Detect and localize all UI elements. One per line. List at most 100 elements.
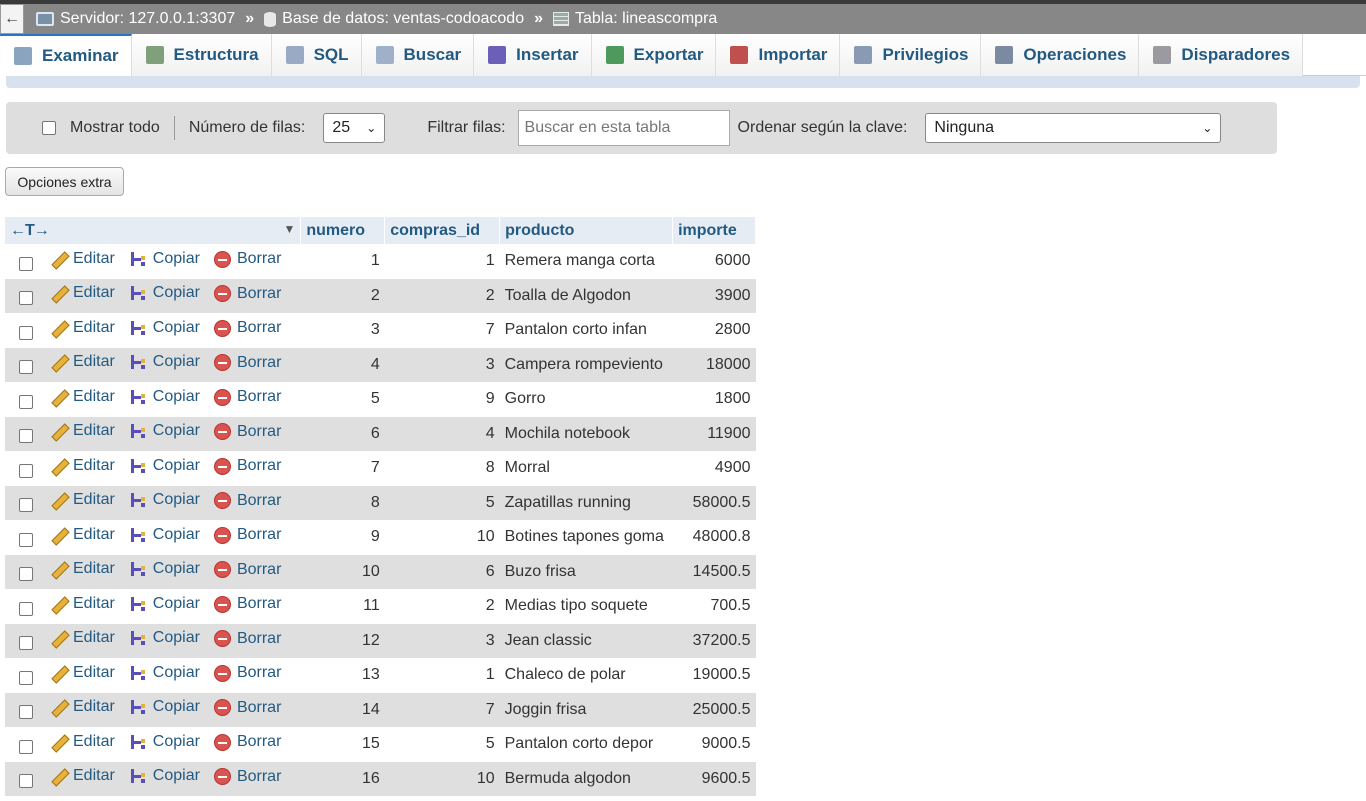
tab-insertar[interactable]: Insertar (474, 34, 592, 76)
row-checkbox[interactable] (19, 601, 33, 616)
tab-estructura[interactable]: Estructura (131, 34, 272, 76)
cell-numero[interactable]: 5 (300, 382, 385, 417)
copy-button[interactable]: Copiar (128, 456, 200, 475)
row-checkbox[interactable] (19, 498, 33, 513)
cell-producto[interactable]: Mochila notebook (499, 416, 673, 451)
tab-sql[interactable]: SQL (271, 34, 362, 76)
column-actions-header[interactable]: ←T→ ▼ (5, 217, 302, 244)
delete-button[interactable]: Borrar (213, 630, 281, 648)
cell-importe[interactable]: 48000.8 (672, 520, 756, 555)
cell-compras-id[interactable]: 5 (384, 727, 500, 762)
back-button[interactable]: ← (0, 4, 24, 34)
edit-button[interactable]: Editar (49, 733, 115, 751)
cell-compras-id[interactable]: 7 (384, 313, 500, 348)
delete-button[interactable]: Borrar (213, 768, 281, 786)
tab-examinar[interactable]: Examinar (0, 34, 132, 76)
tab-operaciones[interactable]: Operaciones (981, 34, 1140, 76)
delete-button[interactable]: Borrar (213, 664, 281, 682)
edit-button[interactable]: Editar (49, 595, 115, 613)
cell-compras-id[interactable]: 7 (384, 692, 500, 727)
cell-importe[interactable]: 19000.5 (672, 658, 756, 693)
delete-button[interactable]: Borrar (213, 285, 281, 303)
cell-compras-id[interactable]: 4 (384, 416, 500, 451)
delete-button[interactable]: Borrar (213, 457, 281, 475)
edit-button[interactable]: Editar (49, 319, 115, 337)
row-checkbox[interactable] (19, 429, 33, 444)
row-checkbox[interactable] (19, 325, 33, 340)
cell-producto[interactable]: Pantalon corto infan (499, 313, 673, 348)
edit-button[interactable]: Editar (49, 422, 115, 440)
copy-button[interactable]: Copiar (128, 629, 200, 648)
column-header-producto[interactable]: producto (499, 217, 674, 244)
column-header-numero[interactable]: numero (300, 217, 386, 244)
sort-key-select[interactable]: Ninguna ⌄ (925, 113, 1222, 143)
cell-compras-id[interactable]: 1 (384, 244, 500, 279)
copy-button[interactable]: Copiar (128, 525, 200, 544)
copy-button[interactable]: Copiar (128, 594, 200, 613)
cell-compras-id[interactable]: 10 (384, 520, 500, 555)
cell-importe[interactable]: 3900 (672, 278, 756, 313)
show-all-checkbox[interactable] (42, 121, 56, 135)
cell-producto[interactable]: Bermuda algodon (499, 761, 673, 796)
cell-importe[interactable]: 4900 (672, 451, 756, 486)
edit-button[interactable]: Editar (49, 629, 115, 647)
edit-button[interactable]: Editar (49, 526, 115, 544)
cell-compras-id[interactable]: 2 (384, 589, 500, 624)
copy-button[interactable]: Copiar (128, 698, 200, 717)
cell-numero[interactable]: 9 (300, 520, 385, 555)
cell-compras-id[interactable]: 2 (384, 278, 500, 313)
row-checkbox[interactable] (19, 670, 33, 685)
cell-importe[interactable]: 9600.5 (672, 761, 756, 796)
cell-producto[interactable]: Pantalon corto depor (499, 727, 673, 762)
edit-button[interactable]: Editar (49, 491, 115, 509)
sort-triangle-icon[interactable]: ▼ (283, 222, 295, 236)
copy-button[interactable]: Copiar (128, 284, 200, 303)
breadcrumb-table[interactable]: Tabla: lineascompra (553, 10, 717, 28)
tab-importar[interactable]: Importar (716, 34, 841, 76)
delete-button[interactable]: Borrar (213, 354, 281, 372)
edit-button[interactable]: Editar (49, 250, 115, 268)
copy-button[interactable]: Copiar (128, 767, 200, 786)
delete-button[interactable]: Borrar (213, 733, 281, 751)
cell-numero[interactable]: 6 (300, 416, 385, 451)
delete-button[interactable]: Borrar (213, 561, 281, 579)
cell-importe[interactable]: 25000.5 (672, 692, 756, 727)
delete-button[interactable]: Borrar (213, 526, 281, 544)
cell-producto[interactable]: Medias tipo soquete (499, 589, 673, 624)
cell-compras-id[interactable]: 9 (384, 382, 500, 417)
cell-numero[interactable]: 3 (300, 313, 385, 348)
delete-button[interactable]: Borrar (213, 250, 281, 268)
copy-button[interactable]: Copiar (128, 249, 200, 268)
cell-numero[interactable]: 12 (300, 623, 385, 658)
cell-numero[interactable]: 15 (300, 727, 385, 762)
cell-importe[interactable]: 14500.5 (672, 554, 756, 589)
edit-button[interactable]: Editar (49, 560, 115, 578)
edit-button[interactable]: Editar (49, 388, 115, 406)
edit-button[interactable]: Editar (49, 457, 115, 475)
cell-producto[interactable]: Joggin frisa (499, 692, 673, 727)
rows-count-select[interactable]: 25 ⌄ (323, 113, 386, 143)
cell-producto[interactable]: Botines tapones goma (499, 520, 673, 555)
cell-producto[interactable]: Chaleco de polar (499, 658, 673, 693)
cell-numero[interactable]: 11 (300, 589, 385, 624)
cell-producto[interactable]: Toalla de Algodon (499, 278, 673, 313)
copy-button[interactable]: Copiar (128, 663, 200, 682)
extra-options-button[interactable]: Opciones extra (5, 167, 124, 196)
cell-compras-id[interactable]: 6 (384, 554, 500, 589)
cell-producto[interactable]: Campera rompeviento (499, 347, 673, 382)
cell-producto[interactable]: Zapatillas running (499, 485, 673, 520)
cell-compras-id[interactable]: 8 (384, 451, 500, 486)
edit-button[interactable]: Editar (49, 698, 115, 716)
delete-button[interactable]: Borrar (213, 388, 281, 406)
breadcrumb-database[interactable]: Base de datos: ventas-codoacodo (264, 10, 524, 28)
row-checkbox[interactable] (19, 394, 33, 409)
cell-numero[interactable]: 8 (300, 485, 385, 520)
cell-importe[interactable]: 1800 (672, 382, 756, 417)
cell-importe[interactable]: 58000.5 (672, 485, 756, 520)
tab-privilegios[interactable]: Privilegios (840, 34, 982, 76)
row-checkbox[interactable] (19, 256, 33, 271)
copy-button[interactable]: Copiar (128, 732, 200, 751)
row-checkbox[interactable] (19, 774, 33, 789)
row-checkbox[interactable] (19, 532, 33, 547)
copy-button[interactable]: Copiar (128, 387, 200, 406)
